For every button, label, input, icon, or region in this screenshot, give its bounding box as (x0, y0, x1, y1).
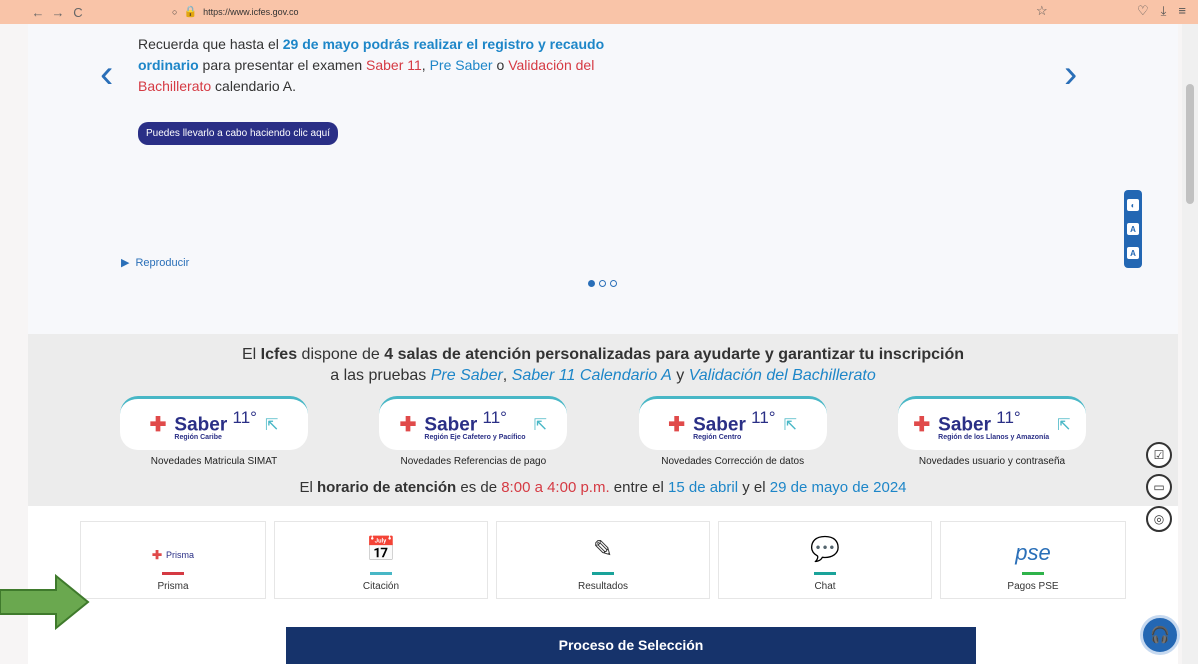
carousel-dot-1[interactable] (588, 280, 595, 287)
pocket-icon[interactable]: ♡ (1137, 3, 1149, 19)
address-bar[interactable]: ○ 🔒 https://www.icfes.gov.co (172, 5, 299, 18)
rooms-list: ✚ Saber 11° Región Caribe ⇱ Novedades Mat… (114, 396, 1092, 467)
forward-button[interactable]: → (48, 5, 68, 20)
office-hours: El horario de atención es de 8:00 a 4:00… (299, 479, 907, 496)
carousel-dot-2[interactable] (599, 280, 606, 287)
carousel-dots (588, 280, 617, 287)
chat-icon: 💬 (810, 536, 840, 563)
back-button[interactable]: ← (28, 5, 48, 20)
font-decrease-icon[interactable]: A (1127, 247, 1139, 259)
carousel-next-button[interactable]: › (1064, 52, 1077, 97)
help-headset-button[interactable]: 🎧 (1140, 615, 1180, 655)
services-row: ✚ Prisma Prisma 📅 Citación ✎ Resultados 💬… (80, 521, 1126, 599)
shield-icon: ○ (172, 6, 178, 17)
card-icon[interactable]: ▭ (1146, 474, 1172, 500)
headset-icon: 🎧 (1150, 627, 1170, 644)
room-badge[interactable]: ✚ Saber 11° Región de los Llanos y Amazon… (897, 396, 1086, 450)
room-eje-cafetero[interactable]: ✚ Saber 11° Región Eje Cafetero y Pacífic… (373, 396, 573, 467)
room-centro[interactable]: ✚ Saber 11° Región Centro ⇱ Novedades Cor… (633, 396, 833, 467)
service-underline (162, 572, 184, 575)
accessibility-toolbar: ◐ A A (1124, 190, 1142, 268)
service-underline (1022, 572, 1044, 575)
contrast-icon[interactable]: ◐ (1127, 199, 1139, 211)
room-badge[interactable]: ✚ Saber 11° Región Centro ⇱ (638, 396, 827, 450)
location-icon[interactable]: ◎ (1146, 506, 1172, 532)
hero-cta-button[interactable]: Puedes llevarlo a cabo haciendo clic aqu… (138, 122, 339, 145)
prisma-logo: ✚ Prisma (151, 548, 195, 562)
icfes-logo-icon: ✚ (668, 414, 686, 436)
calendar-icon: 📅 (366, 536, 396, 563)
green-arrow-annotation (0, 574, 90, 630)
service-pse[interactable]: pse Pagos PSE (940, 521, 1126, 599)
room-badge[interactable]: ✚ Saber 11° Región Caribe ⇱ (120, 396, 308, 450)
menu-icon[interactable]: ≡ (1178, 3, 1186, 19)
room-llanos[interactable]: ✚ Saber 11° Región de los Llanos y Amazon… (892, 396, 1092, 467)
service-citacion[interactable]: 📅 Citación (274, 521, 488, 599)
carousel-dot-3[interactable] (610, 280, 617, 287)
promo-banner[interactable]: Proceso de Selección (286, 627, 976, 664)
icfes-logo-icon: ✚ (399, 414, 417, 436)
service-prisma[interactable]: ✚ Prisma Prisma (80, 521, 266, 599)
service-underline (814, 572, 836, 575)
pointer-icon: ⇱ (264, 416, 279, 434)
font-increase-icon[interactable]: A (1127, 223, 1139, 235)
hero-image (608, 24, 1038, 206)
pse-logo: pse (1015, 540, 1051, 565)
scroll-thumb[interactable] (1186, 84, 1194, 204)
reload-button[interactable]: C (68, 5, 88, 20)
lock-icon: 🔒 (183, 6, 198, 18)
pointer-icon: ⇱ (783, 416, 798, 434)
info-band: El Icfes dispone de 4 salas de atención … (28, 334, 1178, 506)
edit-icon: ✎ (592, 536, 614, 563)
scrollbar[interactable] (1182, 24, 1198, 664)
pointer-icon: ⇱ (1057, 416, 1071, 434)
service-chat[interactable]: 💬 Chat (718, 521, 932, 599)
browser-actions: ♡ ⤓ ≡ (1137, 3, 1186, 19)
download-icon[interactable]: ⤓ (1161, 3, 1167, 19)
bookmark-star-icon[interactable]: ☆ (1036, 3, 1048, 19)
floating-actions: ☑ ▭ ◎ (1146, 442, 1172, 532)
play-button[interactable]: ▶ Reproducir (121, 256, 189, 270)
hero-text: Recuerda que hasta el 29 de mayo podrás … (138, 36, 605, 94)
service-underline (370, 572, 392, 575)
url-text: https://www.icfes.gov.co (203, 6, 299, 17)
service-underline (592, 572, 614, 575)
icfes-logo-icon: ✚ (149, 414, 167, 436)
icfes-logo-icon: ✚ (913, 414, 931, 436)
page: ‹ › Recuerda que hasta el 29 de mayo pod… (28, 0, 1178, 664)
room-caribe[interactable]: ✚ Saber 11° Región Caribe ⇱ Novedades Mat… (114, 396, 314, 467)
room-badge[interactable]: ✚ Saber 11° Región Eje Cafetero y Pacífic… (379, 396, 568, 450)
checklist-icon[interactable]: ☑ (1146, 442, 1172, 468)
play-icon: ▶ (121, 257, 130, 269)
band-title: El Icfes dispone de 4 salas de atención … (241, 346, 965, 384)
carousel-prev-button[interactable]: ‹ (100, 52, 113, 97)
pointer-icon: ⇱ (533, 416, 547, 434)
browser-toolbar: ← → C ○ 🔒 https://www.icfes.gov.co ☆ ♡ ⤓… (0, 0, 1198, 24)
hero-carousel: ‹ › Recuerda que hasta el 29 de mayo pod… (28, 24, 1178, 334)
service-resultados[interactable]: ✎ Resultados (496, 521, 710, 599)
